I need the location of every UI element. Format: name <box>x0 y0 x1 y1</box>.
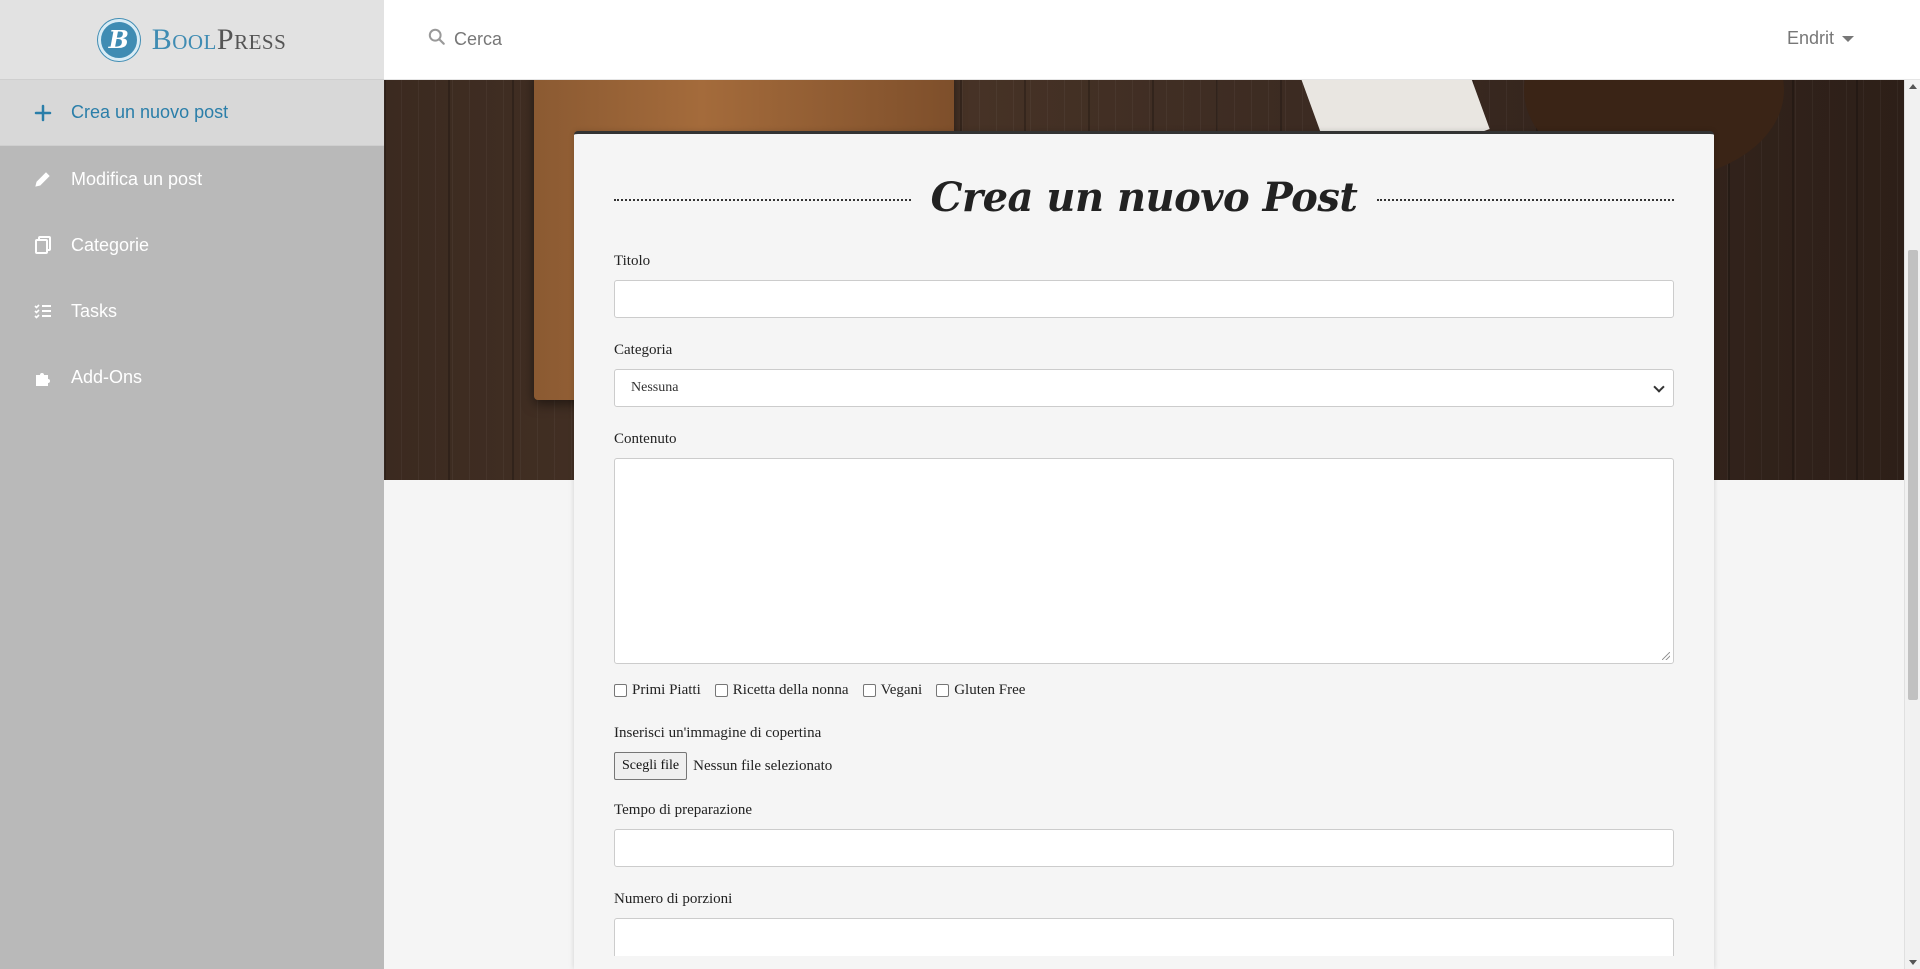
portions-label: Numero di porzioni <box>614 891 733 907</box>
brand-name: BoolPress <box>152 23 287 57</box>
category-label: Categoria <box>614 342 673 358</box>
pencil-icon <box>33 169 53 189</box>
portions-input[interactable] <box>614 918 1674 956</box>
checkbox[interactable] <box>936 684 950 697</box>
tasks-icon <box>33 301 53 321</box>
prep-time-input[interactable] <box>614 829 1674 867</box>
tag-label: Ricetta della nonna <box>732 682 849 698</box>
scroll-down-icon[interactable] <box>1909 960 1917 965</box>
sidebar-item-categories[interactable]: Categorie <box>0 212 384 278</box>
cover-image-label: Inserisci un'immagine di copertina <box>614 725 822 741</box>
sidebar: B BoolPress Crea un nuovo post Modifica … <box>0 0 384 969</box>
tag-checkboxes: Primi Piatti Ricetta della nonna Vegani … <box>614 682 1674 699</box>
title-input[interactable] <box>614 280 1674 318</box>
puzzle-icon <box>33 367 53 387</box>
brand-name-part1: Bool <box>151 22 217 56</box>
search-icon <box>428 28 446 51</box>
tag-checkbox-gluten-free[interactable]: Gluten Free <box>936 682 1025 699</box>
chevron-down-icon <box>1842 35 1854 42</box>
form-header: Crea un nuovo Post <box>614 159 1675 235</box>
copy-icon <box>33 235 53 255</box>
brand-name-part2: Press <box>216 22 287 56</box>
sidebar-item-tasks[interactable]: Tasks <box>0 278 384 344</box>
category-selected-value: Nessuna <box>631 380 679 395</box>
search-label: Cerca <box>454 29 503 49</box>
sidebar-item-label: Categorie <box>71 234 150 255</box>
tag-label: Gluten Free <box>954 682 1026 698</box>
content-label: Contenuto <box>614 431 677 447</box>
user-menu[interactable]: Endrit <box>1787 28 1854 49</box>
tag-checkbox-vegani[interactable]: Vegani <box>862 682 923 699</box>
checkbox[interactable] <box>614 684 627 697</box>
logo-icon: B <box>97 18 140 61</box>
choose-file-button[interactable]: Scegli file <box>614 752 688 780</box>
chevron-down-icon <box>1653 381 1665 393</box>
content-textarea[interactable] <box>614 458 1674 664</box>
checkbox[interactable] <box>714 684 728 697</box>
tag-checkbox-ricetta-nonna[interactable]: Ricetta della nonna <box>714 682 849 699</box>
search-input[interactable]: Cerca <box>428 28 502 51</box>
sidebar-item-addons[interactable]: Add-Ons <box>0 344 384 410</box>
new-post-form: Crea un nuovo Post Titolo Categoria Ness… <box>574 131 1714 969</box>
title-label: Titolo <box>614 253 651 269</box>
logo[interactable]: B BoolPress <box>0 0 384 80</box>
sidebar-item-edit-post[interactable]: Modifica un post <box>0 146 384 212</box>
divider <box>614 199 911 201</box>
cover-image-input: Scegli file Nessun file selezionato <box>614 752 1674 780</box>
scroll-up-icon[interactable] <box>1909 84 1917 89</box>
sidebar-item-label: Modifica un post <box>71 168 203 189</box>
file-status: Nessun file selezionato <box>693 757 833 774</box>
scroll-thumb[interactable] <box>1908 250 1918 700</box>
checkbox[interactable] <box>862 684 876 697</box>
sidebar-item-label: Add-Ons <box>71 366 143 387</box>
sidebar-item-label: Tasks <box>71 300 118 321</box>
topbar: Cerca Endrit <box>384 0 1920 80</box>
page-title: Crea un nuovo Post <box>930 173 1358 221</box>
tag-label: Primi Piatti <box>632 682 701 698</box>
scrollbar[interactable] <box>1904 80 1920 969</box>
sidebar-item-label: Crea un nuovo post <box>71 102 229 122</box>
plus-icon <box>33 103 53 123</box>
resize-handle-icon[interactable] <box>1662 652 1670 660</box>
divider <box>1377 199 1675 201</box>
sidebar-item-new-post[interactable]: Crea un nuovo post <box>0 80 384 146</box>
category-select[interactable]: Nessuna <box>614 369 1674 407</box>
user-name: Endrit <box>1786 28 1834 48</box>
prep-time-label: Tempo di preparazione <box>614 802 753 818</box>
tag-checkbox-primi-piatti[interactable]: Primi Piatti <box>614 682 701 699</box>
tag-label: Vegani <box>880 682 923 698</box>
